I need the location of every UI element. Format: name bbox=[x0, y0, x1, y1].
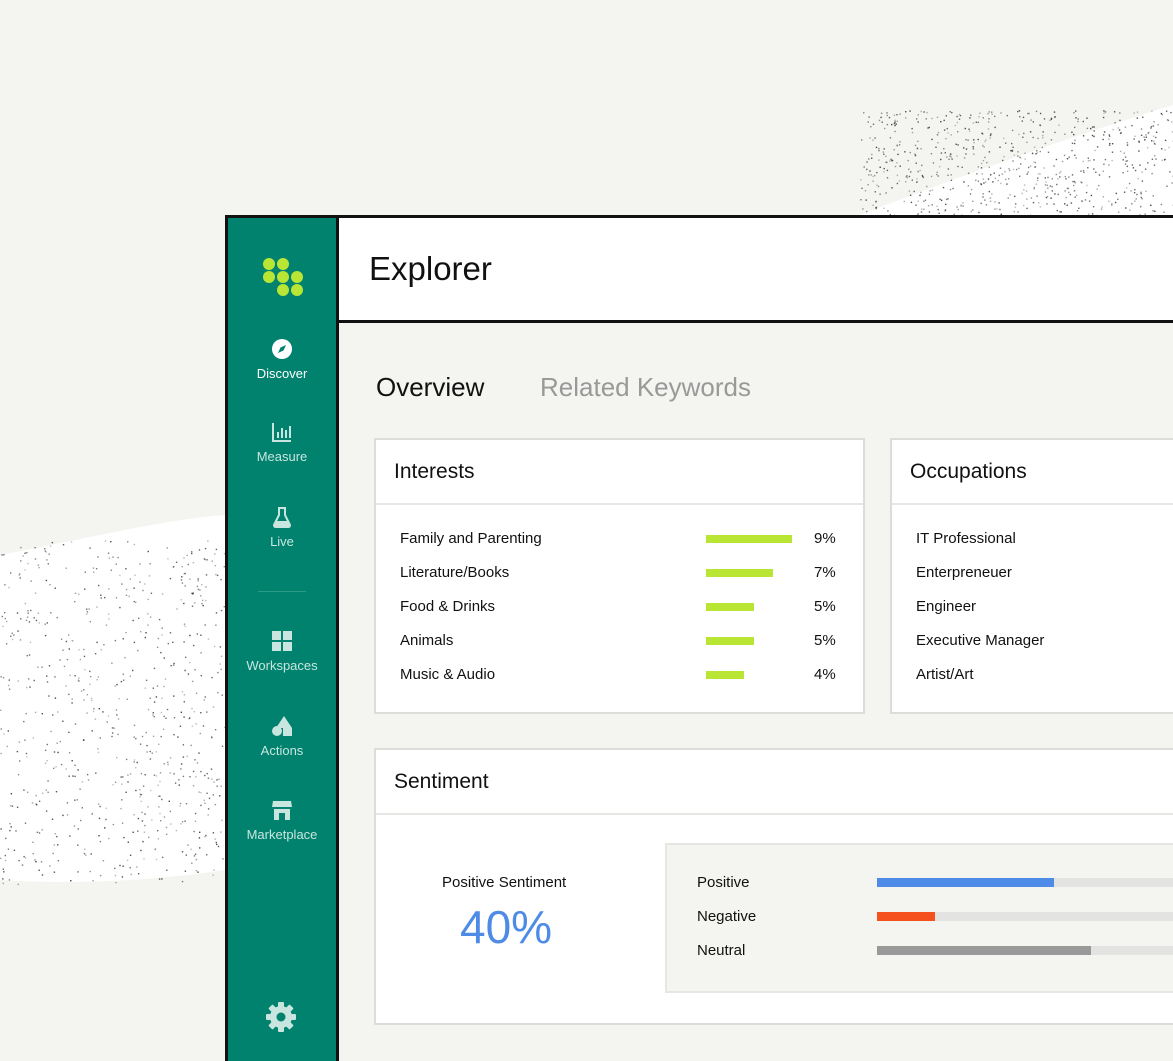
interest-bar bbox=[706, 671, 744, 679]
grid-icon bbox=[272, 631, 292, 651]
occupation-label: Engineer bbox=[916, 598, 977, 615]
interest-label: Music & Audio bbox=[400, 666, 496, 683]
interest-bar bbox=[706, 535, 792, 543]
occupation-label: Executive Manager bbox=[916, 632, 1045, 649]
card-title: Sentiment bbox=[394, 770, 489, 793]
card-title: Interests bbox=[394, 460, 475, 483]
sentiment-track bbox=[877, 946, 1173, 955]
sidebar-item-live[interactable]: Live bbox=[228, 506, 336, 549]
card-divider bbox=[376, 503, 863, 505]
sidebar-item-discover[interactable]: Discover bbox=[228, 338, 336, 381]
page-header: Explorer bbox=[339, 218, 1173, 323]
sentiment-label: Negative bbox=[697, 908, 757, 925]
card-divider bbox=[892, 503, 1173, 505]
interest-bar bbox=[706, 569, 773, 577]
main-content: Explorer Overview Related Keywords Inter… bbox=[339, 218, 1173, 1061]
interest-bar bbox=[706, 603, 754, 611]
interest-label: Family and Parenting bbox=[400, 530, 542, 547]
sidebar-item-marketplace[interactable]: Marketplace bbox=[228, 799, 336, 842]
sidebar-divider bbox=[258, 591, 306, 592]
interest-label: Animals bbox=[400, 632, 454, 649]
sentiment-label: Neutral bbox=[697, 942, 746, 959]
interest-percent: 5% bbox=[814, 632, 836, 649]
sentiment-breakdown-panel: Positive Negative Neutral bbox=[665, 843, 1173, 993]
interest-percent: 4% bbox=[814, 666, 836, 683]
occupations-card: Occupations IT Professional Enterpreneuer… bbox=[890, 438, 1173, 714]
sidebar-item-actions[interactable]: Actions bbox=[228, 715, 336, 758]
gear-icon[interactable] bbox=[265, 1001, 297, 1033]
flask-icon bbox=[272, 507, 292, 528]
sidebar-item-workspaces[interactable]: Workspaces bbox=[228, 630, 336, 673]
sidebar-item-label: Live bbox=[270, 534, 294, 549]
positive-sentiment-label: Positive Sentiment bbox=[442, 874, 567, 891]
interest-bar bbox=[706, 637, 754, 645]
interest-percent: 9% bbox=[814, 530, 836, 547]
store-icon bbox=[272, 801, 292, 820]
sidebar-item-label: Measure bbox=[256, 449, 308, 464]
sentiment-label: Positive bbox=[697, 874, 750, 891]
brand-logo-icon bbox=[261, 256, 305, 298]
occupation-label: Enterpreneuer bbox=[916, 564, 1012, 581]
interests-card: Interests Family and Parenting 9% Literatu… bbox=[374, 438, 865, 714]
sentiment-bar bbox=[877, 946, 1092, 955]
tab-related-keywords[interactable]: Related Keywords bbox=[540, 372, 751, 403]
occupation-label: Artist/Art bbox=[916, 666, 974, 683]
interest-percent: 5% bbox=[814, 598, 836, 615]
bar-chart-icon bbox=[272, 423, 291, 442]
shapes-icon bbox=[272, 716, 292, 736]
sentiment-track bbox=[877, 878, 1173, 887]
tab-overview[interactable]: Overview bbox=[376, 372, 484, 403]
sentiment-card: Sentiment Positive Sentiment 40% Positiv… bbox=[374, 748, 1173, 1025]
sentiment-bar bbox=[877, 912, 935, 921]
sentiment-track bbox=[877, 912, 1173, 921]
app-window: Discover Measure Live Workspaces Actions… bbox=[225, 215, 1173, 1061]
sentiment-bar bbox=[877, 878, 1054, 887]
sidebar-item-label: Workspaces bbox=[246, 658, 318, 673]
card-title: Occupations bbox=[910, 460, 1027, 483]
page-title: Explorer bbox=[369, 250, 492, 287]
interest-label: Food & Drinks bbox=[400, 598, 496, 615]
sidebar-item-measure[interactable]: Measure bbox=[228, 421, 336, 464]
positive-sentiment-value: 40% bbox=[460, 901, 553, 953]
card-divider bbox=[376, 813, 1173, 815]
occupation-label: IT Professional bbox=[916, 530, 1016, 547]
interest-percent: 7% bbox=[814, 564, 836, 581]
sidebar-item-label: Actions bbox=[260, 743, 304, 758]
sidebar: Discover Measure Live Workspaces Actions… bbox=[228, 218, 339, 1061]
sidebar-item-label: Discover bbox=[256, 366, 308, 381]
sidebar-item-label: Marketplace bbox=[246, 827, 318, 842]
interest-label: Literature/Books bbox=[400, 564, 510, 581]
compass-icon bbox=[272, 339, 292, 359]
